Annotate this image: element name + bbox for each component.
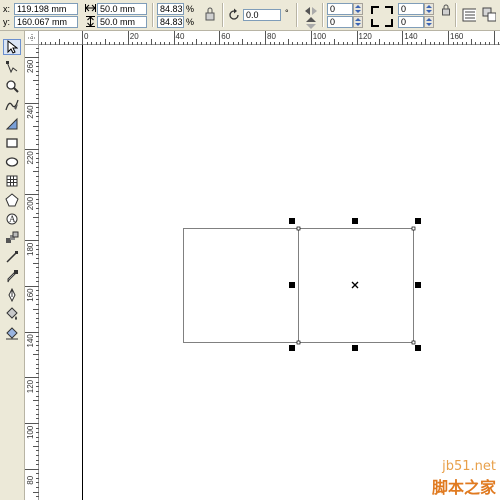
top-right-corner-spinner[interactable]	[424, 3, 434, 15]
bottom-left-corner-spinner[interactable]	[353, 16, 363, 28]
height-field[interactable]: 50.0 mm	[97, 16, 147, 28]
ruler-label: 220	[26, 151, 35, 165]
bottom-left-corner-field[interactable]: 0	[327, 16, 353, 28]
separator	[322, 3, 324, 27]
freehand-tool-icon[interactable]	[3, 97, 21, 113]
x-label: x:	[3, 4, 11, 14]
separator	[296, 3, 298, 27]
vertical-ruler[interactable]: 260 240 220 200 180 160 140 120 100 80	[25, 45, 39, 500]
handle-bottom-middle[interactable]	[352, 345, 358, 351]
outline-tool-icon[interactable]	[3, 287, 21, 303]
ruler-label: 180	[26, 242, 35, 256]
ruler-label: 240	[26, 105, 35, 119]
corner-bottom-right-icon	[381, 15, 397, 31]
rectangle-tool-icon[interactable]	[3, 135, 21, 151]
fill-tool-icon[interactable]	[3, 306, 21, 322]
zoom-tool-icon[interactable]	[3, 78, 21, 94]
y-label: y:	[3, 17, 11, 27]
ruler-label: 160	[450, 32, 464, 41]
center-marker-icon	[351, 281, 359, 289]
rotation-unit: °	[285, 8, 289, 18]
scale-x-field[interactable]: 84.83	[157, 3, 184, 15]
ruler-label: 140	[404, 32, 418, 41]
lock-ratio-icon[interactable]	[202, 6, 218, 22]
ruler-label: 160	[26, 288, 35, 302]
handle-top-left[interactable]	[289, 218, 295, 224]
drawing-canvas[interactable]	[39, 45, 500, 500]
wrap-paragraph-text-icon[interactable]	[461, 7, 477, 23]
text-tool-icon[interactable]: A	[3, 211, 21, 227]
rotation-field[interactable]: 0.0	[243, 9, 281, 21]
rectangle-shape[interactable]	[183, 228, 299, 343]
handle-bottom-right[interactable]	[415, 345, 421, 351]
ruler-label: 20	[130, 32, 139, 41]
ruler-label: 80	[267, 32, 276, 41]
width-field[interactable]: 50.0 mm	[97, 3, 147, 15]
ruler-label: 60	[221, 32, 230, 41]
ruler-label: 200	[26, 196, 35, 210]
watermark: jb51.net 脚本之家	[432, 459, 496, 498]
ruler-label: 100	[313, 32, 327, 41]
transparency-tool-icon[interactable]	[3, 249, 21, 265]
top-left-corner-field[interactable]: 0	[327, 3, 353, 15]
basic-shapes-tool-icon[interactable]	[3, 192, 21, 208]
top-right-corner-field[interactable]: 0	[398, 3, 424, 15]
ruler-origin-corner[interactable]	[25, 31, 39, 45]
scale-y-unit: %	[186, 17, 195, 27]
interactive-fill-tool-icon[interactable]	[3, 325, 21, 341]
vertical-ruler-ticks: 260 240 220 200 180 160 140 120 100 80	[25, 48, 39, 497]
to-front-icon[interactable]	[481, 7, 497, 23]
separator	[455, 3, 457, 27]
ellipse-tool-icon[interactable]	[3, 154, 21, 170]
shape-tool-icon[interactable]	[3, 59, 21, 75]
smart-fill-tool-icon[interactable]	[3, 116, 21, 132]
bottom-right-corner-field[interactable]: 0	[398, 16, 424, 28]
separator	[152, 3, 154, 27]
ruler-label: 120	[26, 379, 35, 393]
ruler-label: 120	[359, 32, 373, 41]
handle-middle-left[interactable]	[289, 282, 295, 288]
property-bar: x: 119.198 mm y: 160.067 mm 50.0 mm 50.0…	[0, 0, 500, 31]
svg-text:A: A	[9, 214, 16, 224]
scale-y-field[interactable]: 84.83	[157, 16, 184, 28]
handle-bottom-left[interactable]	[289, 345, 295, 351]
handle-middle-right[interactable]	[415, 282, 421, 288]
handle-top-middle[interactable]	[352, 218, 358, 224]
handle-top-right[interactable]	[415, 218, 421, 224]
eyedropper-tool-icon[interactable]	[3, 268, 21, 284]
pick-tool-icon[interactable]	[3, 39, 21, 55]
horizontal-ruler-ticks: 0 20 40 60 80 100 120 140 160	[41, 31, 499, 45]
separator	[222, 3, 224, 27]
rotate-icon	[226, 7, 242, 23]
scale-x-unit: %	[186, 4, 195, 14]
ruler-label: 0	[84, 32, 89, 41]
ruler-label: 100	[26, 425, 35, 439]
interactive-blend-tool-icon[interactable]	[3, 230, 21, 246]
ruler-label: 140	[26, 334, 35, 348]
ruler-label: 260	[26, 59, 35, 73]
ruler-label: 40	[176, 32, 185, 41]
toolbox: A	[0, 31, 25, 500]
round-corners-lock-icon[interactable]	[438, 2, 454, 18]
canvas-drawing	[82, 45, 421, 500]
watermark-brand: 脚本之家	[431, 478, 496, 497]
ruler-label: 80	[26, 475, 35, 484]
top-left-corner-spinner[interactable]	[353, 3, 363, 15]
height-icon	[85, 16, 96, 29]
bottom-right-corner-spinner[interactable]	[424, 16, 434, 28]
mirror-vertical-icon[interactable]	[302, 15, 318, 31]
polygon-tool-icon[interactable]	[3, 173, 21, 189]
watermark-site: jb51.net	[442, 459, 496, 474]
horizontal-ruler[interactable]: 0 20 40 60 80 100 120 140 160	[25, 31, 500, 45]
width-icon	[85, 3, 96, 15]
y-position-field[interactable]: 160.067 mm	[14, 16, 78, 28]
x-position-field[interactable]: 119.198 mm	[14, 3, 78, 15]
